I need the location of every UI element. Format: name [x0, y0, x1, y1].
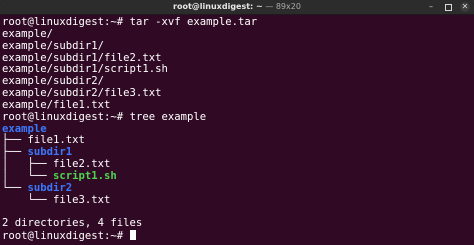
terminal-line: root@linuxdigest:~# [2, 230, 474, 242]
command-text: tar -xvf example.tar [123, 16, 258, 28]
terminal-line: root@linuxdigest:~# tar -xvf example.tar [2, 16, 474, 29]
window-title-size: 89x20 [275, 2, 301, 11]
tree-summary: 2 directories, 4 files [2, 217, 143, 230]
close-button[interactable]: ✕ [460, 2, 470, 12]
minimize-button[interactable]: – [426, 2, 436, 12]
title-bar[interactable]: root@linuxdigest: ~ — 89x20 – ✕ [0, 0, 474, 15]
window-title-main: root@linuxdigest: ~ [173, 2, 263, 11]
tree-file: file1.txt [27, 134, 85, 147]
tree-branch: │ ├── [2, 158, 54, 171]
tree-line: ├── file1.txt [2, 135, 474, 147]
terminal-output[interactable]: root@linuxdigest:~# tar -xvf example.tar… [0, 15, 474, 245]
maximize-button[interactable] [443, 2, 453, 12]
tree-branch: └── [2, 193, 54, 206]
minimize-icon: – [429, 2, 433, 11]
tree-file: file3.txt [53, 193, 111, 206]
window-title: root@linuxdigest: ~ — 89x20 [173, 2, 301, 11]
tree-file: file2.txt [53, 158, 111, 171]
tree-branch: └── [2, 181, 28, 194]
tree-executable: script1.sh [53, 169, 117, 182]
tree-line: └── file3.txt [2, 193, 474, 207]
maximize-icon [444, 4, 452, 11]
terminal-window: root@linuxdigest: ~ — 89x20 – ✕ root@lin… [0, 0, 474, 245]
tree-dir: subdir2 [27, 181, 73, 194]
output-line: example/ [2, 27, 54, 40]
output-line: example/subdir1/ [2, 39, 105, 52]
cursor [129, 230, 136, 241]
tree-dir: subdir1 [27, 146, 73, 159]
tree-branch: │ └── [2, 169, 54, 182]
command-text: tree example [123, 110, 207, 123]
prompt: root@linuxdigest:~# [2, 230, 124, 243]
tree-branch: ├── [2, 134, 28, 147]
tree-line: │ └── script1.sh [2, 169, 474, 183]
tree-branch: ├── [2, 146, 28, 159]
terminal-line: root@linuxdigest:~# tree example [2, 110, 474, 124]
prompt: root@linuxdigest:~# [2, 16, 124, 28]
close-icon: ✕ [461, 2, 469, 11]
prompt: root@linuxdigest:~# [2, 110, 124, 123]
